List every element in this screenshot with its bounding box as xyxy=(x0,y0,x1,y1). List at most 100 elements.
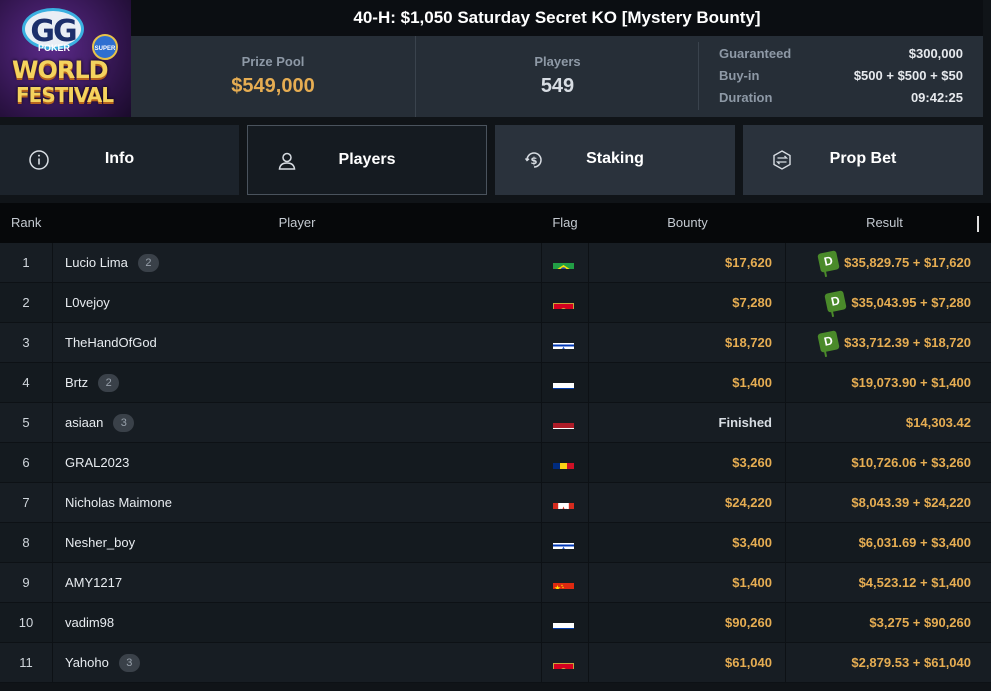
table-row[interactable]: 9 AMY1217 $1,400 $4,523.12 + $1,400 xyxy=(0,563,991,603)
table-row[interactable]: 4 Brtz 2 $1,400 $19,073.90 + $1,400 xyxy=(0,363,991,403)
player-cell[interactable]: Nesher_boy xyxy=(65,523,135,563)
tab-staking-label: Staking xyxy=(586,150,644,167)
entries-badge: 2 xyxy=(98,374,120,392)
player-name[interactable]: Brtz xyxy=(65,375,88,390)
result-cell: $19,073.90 + $1,400 xyxy=(786,363,983,403)
table-row[interactable]: 11 Yahoho 3 $61,040 $2,879.53 + $61,040 xyxy=(0,643,991,683)
prize-pool-value: $549,000 xyxy=(231,75,315,97)
player-name[interactable]: asiaan xyxy=(65,415,103,430)
tournament-stats: Prize Pool $549,000 Players 549 Guarante… xyxy=(131,36,983,117)
prize-pool-stat: Prize Pool $549,000 xyxy=(131,36,415,117)
tab-bar: Info Players $ Staking Prop Bet xyxy=(0,125,991,195)
table-row[interactable]: 8 Nesher_boy $3,400 $6,031.69 + $3,400 xyxy=(0,523,991,563)
player-cell[interactable]: asiaan 3 xyxy=(65,403,135,443)
column-flag[interactable]: Flag xyxy=(541,203,589,243)
result-value: $14,303.42 xyxy=(905,415,971,430)
tab-prop-bet[interactable]: Prop Bet xyxy=(743,125,983,195)
romania-flag-icon xyxy=(553,454,574,469)
column-result[interactable]: Result xyxy=(786,203,983,243)
buy-in-label: Buy-in xyxy=(719,68,760,83)
players-table: Rank Player Flag Bounty Result 1 Lucio Li… xyxy=(0,203,991,683)
brazil-flag-icon xyxy=(553,254,574,269)
player-name[interactable]: Nesher_boy xyxy=(65,535,135,550)
result-cell: $6,031.69 + $3,400 xyxy=(786,523,983,563)
player-cell[interactable]: Lucio Lima 2 xyxy=(65,243,159,283)
montenegro-flag-icon xyxy=(553,654,574,669)
rank-cell: 5 xyxy=(0,403,53,443)
player-cell[interactable]: AMY1217 xyxy=(65,563,122,603)
tab-info[interactable]: Info xyxy=(0,125,239,195)
column-player[interactable]: Player xyxy=(53,203,541,243)
prize-pool-label: Prize Pool xyxy=(241,54,305,69)
entries-badge: 3 xyxy=(113,414,135,432)
rank-cell: 8 xyxy=(0,523,53,563)
d-flag-icon: D xyxy=(817,250,840,273)
player-name[interactable]: Lucio Lima xyxy=(65,255,128,270)
player-name[interactable]: GRAL2023 xyxy=(65,455,129,470)
rank-cell: 3 xyxy=(0,323,53,363)
flag-cell xyxy=(541,483,589,523)
flag-cell xyxy=(541,443,589,483)
china-flag-icon xyxy=(553,574,574,589)
tab-prop-bet-label: Prop Bet xyxy=(829,150,897,167)
russia-flag-icon xyxy=(553,374,574,389)
result-value: $4,523.12 + $1,400 xyxy=(858,575,971,590)
russia-flag-icon xyxy=(553,614,574,629)
player-name[interactable]: Yahoho xyxy=(65,655,109,670)
bounty-cell: $3,260 xyxy=(589,443,786,483)
player-name[interactable]: vadim98 xyxy=(65,615,114,630)
table-row[interactable]: 2 L0vejoy $7,280 D $35,043.95 + $7,280 xyxy=(0,283,991,323)
rank-cell: 6 xyxy=(0,443,53,483)
player-name[interactable]: AMY1217 xyxy=(65,575,122,590)
table-row[interactable]: 6 GRAL2023 $3,260 $10,726.06 + $3,260 xyxy=(0,443,991,483)
player-cell[interactable]: GRAL2023 xyxy=(65,443,129,483)
tab-players[interactable]: Players xyxy=(247,125,487,195)
column-bounty[interactable]: Bounty xyxy=(589,203,786,243)
bounty-cell: $7,280 xyxy=(589,283,786,323)
result-value: $35,043.95 + $7,280 xyxy=(851,295,971,310)
table-row[interactable]: 3 TheHandOfGod $18,720 D $33,712.39 + $18,72… xyxy=(0,323,991,363)
bounty-cell: $1,400 xyxy=(589,563,786,603)
table-row[interactable]: 7 Nicholas Maimone $24,220 $8,043.39 + $24,… xyxy=(0,483,991,523)
player-name[interactable]: Nicholas Maimone xyxy=(65,495,172,510)
rank-cell: 1 xyxy=(0,243,53,283)
flag-cell xyxy=(541,403,589,443)
israel-flag-icon xyxy=(553,534,574,549)
player-cell[interactable]: Yahoho 3 xyxy=(65,643,140,683)
bounty-cell: $1,400 xyxy=(589,363,786,403)
result-value: $19,073.90 + $1,400 xyxy=(851,375,971,390)
column-rank[interactable]: Rank xyxy=(11,203,41,243)
montenegro-flag-icon xyxy=(553,294,574,309)
stats-divider xyxy=(698,42,699,110)
flag-cell xyxy=(541,283,589,323)
tab-players-label: Players xyxy=(338,151,396,168)
rank-cell: 7 xyxy=(0,483,53,523)
table-row[interactable]: 5 asiaan 3 Finished $14,303.42 xyxy=(0,403,991,443)
players-stat: Players 549 xyxy=(415,36,699,117)
buy-in-row: Buy-in $500 + $500 + $50 xyxy=(719,68,963,90)
result-value: $35,829.75 + $17,620 xyxy=(844,255,971,270)
flag-cell xyxy=(541,363,589,403)
bounty-cell: $18,720 xyxy=(589,323,786,363)
result-value: $33,712.39 + $18,720 xyxy=(844,335,971,350)
bounty-cell: $3,400 xyxy=(589,523,786,563)
player-cell[interactable]: vadim98 xyxy=(65,603,114,643)
rank-cell: 11 xyxy=(0,643,53,683)
result-cell: $10,726.06 + $3,260 xyxy=(786,443,983,483)
player-name[interactable]: TheHandOfGod xyxy=(65,335,157,350)
result-cell: D $35,829.75 + $17,620 xyxy=(786,243,983,283)
table-row[interactable]: 10 vadim98 $90,260 $3,275 + $90,260 xyxy=(0,603,991,643)
rank-cell: 9 xyxy=(0,563,53,603)
table-row[interactable]: 1 Lucio Lima 2 $17,620 D $35,829.75 + $17,620 xyxy=(0,243,991,283)
player-name[interactable]: L0vejoy xyxy=(65,295,110,310)
player-cell[interactable]: Brtz 2 xyxy=(65,363,120,403)
flag-cell xyxy=(541,523,589,563)
buy-in-value: $500 + $500 + $50 xyxy=(853,68,963,83)
tab-staking[interactable]: $ Staking xyxy=(495,125,735,195)
logo-poker-text: POKER xyxy=(38,43,71,53)
player-cell[interactable]: Nicholas Maimone xyxy=(65,483,172,523)
netherlands-flag-icon xyxy=(553,414,574,429)
player-cell[interactable]: L0vejoy xyxy=(65,283,110,323)
player-cell[interactable]: TheHandOfGod xyxy=(65,323,157,363)
result-value: $2,879.53 + $61,040 xyxy=(851,655,971,670)
